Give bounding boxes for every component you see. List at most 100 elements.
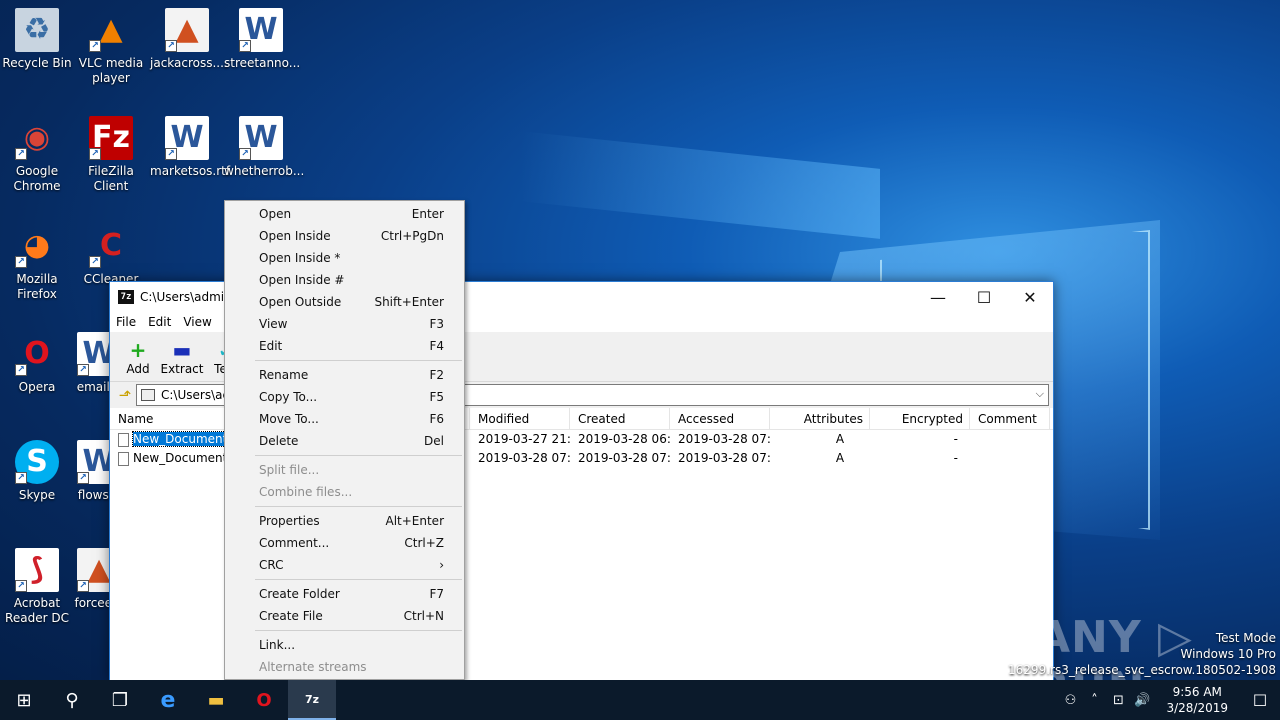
- desktop-icon[interactable]: ◕ ↗ Mozilla Firefox: [0, 224, 74, 302]
- cell-modified: 2019-03-27 21:49: [478, 432, 570, 446]
- start-button[interactable]: ⊞: [0, 680, 48, 720]
- menu-item-alternate-streams: Alternate streams: [225, 656, 464, 678]
- shortcut-arrow-icon: ↗: [77, 580, 89, 592]
- menu-item-shortcut: Del: [424, 434, 444, 448]
- filezilla-icon: Fz ↗: [89, 116, 133, 160]
- desktop-icon[interactable]: W ↗ streetanno...: [224, 8, 301, 71]
- menu-file[interactable]: File: [116, 315, 136, 329]
- add-button[interactable]: + Add: [116, 332, 160, 381]
- desktop-icon-label: VLC media player: [78, 56, 144, 85]
- menu-item-label: View: [259, 317, 288, 331]
- recycle-bin-icon: ♻: [15, 8, 59, 52]
- task-view-button[interactable]: ❐: [96, 680, 144, 720]
- menu-item-open-outside[interactable]: Open Outside Shift+Enter: [225, 291, 464, 313]
- firefox-icon: ◕ ↗: [15, 224, 59, 268]
- desktop-icon[interactable]: C ↗ CCleaner: [74, 224, 148, 287]
- menu-item-crc[interactable]: CRC ›: [225, 554, 464, 576]
- desktop-icon[interactable]: W ↗ marketsos.rtf: [150, 116, 230, 179]
- shortcut-arrow-icon: ↗: [15, 472, 27, 484]
- desktop-icon-label: streetanno...: [224, 56, 301, 70]
- menu-item-label: Create File: [259, 609, 323, 623]
- menu-view[interactable]: View: [183, 315, 211, 329]
- menu-item-shortcut: Shift+Enter: [374, 295, 444, 309]
- shortcut-arrow-icon: ↗: [89, 256, 101, 268]
- menu-item-combine-files: Combine files...: [225, 481, 464, 503]
- ccleaner-icon: C ↗: [89, 224, 133, 268]
- menu-item-create-file[interactable]: Create File Ctrl+N: [225, 605, 464, 627]
- column-header-modified[interactable]: Modified: [470, 408, 570, 429]
- wallpaper-beam: [520, 131, 880, 239]
- 7zip-taskbar-icon[interactable]: 7z: [288, 680, 336, 720]
- desktop-icon[interactable]: W ↗ whetherrob...: [224, 116, 305, 179]
- menu-item-label: Delete: [259, 434, 299, 448]
- column-header-encrypted[interactable]: Encrypted: [870, 408, 970, 429]
- column-header-accessed[interactable]: Accessed: [670, 408, 770, 429]
- people-icon[interactable]: ⚇: [1058, 680, 1082, 720]
- menu-item-edit[interactable]: Edit F4: [225, 335, 464, 357]
- desktop-icon[interactable]: ▲ ↗ jackacross....: [150, 8, 228, 71]
- extract-button[interactable]: ▬ Extract: [160, 332, 204, 381]
- menu-item-open-inside[interactable]: Open Inside #: [225, 269, 464, 291]
- show-hidden-icons-chevron[interactable]: ˄: [1082, 680, 1106, 720]
- column-header-comment[interactable]: Comment: [970, 408, 1050, 429]
- column-header-attributes[interactable]: Attributes: [770, 408, 870, 429]
- shortcut-arrow-icon: ↗: [15, 256, 27, 268]
- edge-taskbar-icon[interactable]: e: [144, 680, 192, 720]
- menu-edit[interactable]: Edit: [148, 315, 171, 329]
- menu-item-view[interactable]: View F3: [225, 313, 464, 335]
- menu-item-comment[interactable]: Comment... Ctrl+Z: [225, 532, 464, 554]
- network-icon[interactable]: ⊡: [1106, 680, 1130, 720]
- menu-item-label: Open Inside #: [259, 273, 345, 287]
- menu-item-link[interactable]: Link...: [225, 634, 464, 656]
- desktop-icon[interactable]: ◉ ↗ Google Chrome: [0, 116, 74, 194]
- menu-item-shortcut: F4: [429, 339, 444, 353]
- clock[interactable]: 9:56 AM 3/28/2019: [1154, 684, 1240, 716]
- minimize-button[interactable]: —: [915, 282, 961, 312]
- menu-item-open[interactable]: Open Enter: [225, 203, 464, 225]
- menu-item-rename[interactable]: Rename F2: [225, 364, 464, 386]
- menu-item-label: Create Folder: [259, 587, 340, 601]
- file-icon: [118, 451, 129, 466]
- desktop-icon-label: jackacross....: [150, 56, 228, 70]
- notification-icon[interactable]: ☐: [1240, 680, 1280, 720]
- cell-encrypted: -: [953, 451, 958, 465]
- up-folder-icon[interactable]: ⬏: [114, 384, 136, 406]
- menu-separator: [255, 455, 462, 456]
- cell-attributes: A: [835, 451, 845, 465]
- menu-item-move-to[interactable]: Move To... F6: [225, 408, 464, 430]
- opera-icon: O ↗: [15, 332, 59, 376]
- menu-item-open-inside[interactable]: Open Inside Ctrl+PgDn: [225, 225, 464, 247]
- word-doc-icon: W ↗: [239, 116, 283, 160]
- cell-comment: [970, 449, 1050, 468]
- menu-item-shortcut: F5: [429, 390, 444, 404]
- menu-item-copy-to[interactable]: Copy To... F5: [225, 386, 464, 408]
- skype-icon: S ↗: [15, 440, 59, 484]
- menu-item-label: Copy To...: [259, 390, 318, 404]
- desktop-icon[interactable]: ▲ ↗ VLC media player: [74, 8, 148, 86]
- menu-item-create-folder[interactable]: Create Folder F7: [225, 583, 464, 605]
- menu-item-open-inside[interactable]: Open Inside *: [225, 247, 464, 269]
- shortcut-arrow-icon: ↗: [77, 364, 89, 376]
- search-button[interactable]: ⚲: [48, 680, 96, 720]
- volume-icon[interactable]: 🔊: [1130, 680, 1154, 720]
- file-explorer-taskbar-icon[interactable]: ▬: [192, 680, 240, 720]
- desktop-icon-label: Google Chrome: [13, 164, 61, 193]
- desktop-icon-label: Recycle Bin: [2, 56, 72, 70]
- menu-item-properties[interactable]: Properties Alt+Enter: [225, 510, 464, 532]
- desktop-icon-label: whetherrob...: [224, 164, 305, 178]
- chevron-down-icon[interactable]: ⌵: [1036, 387, 1044, 401]
- menu-item-shortcut: F7: [429, 587, 444, 601]
- close-button[interactable]: ✕: [1007, 282, 1053, 312]
- column-header-created[interactable]: Created: [570, 408, 670, 429]
- desktop-icon[interactable]: Fz ↗ FileZilla Client: [74, 116, 148, 194]
- file-name: New_Document.p: [133, 451, 239, 465]
- menu-item-label: Open Outside: [259, 295, 342, 309]
- shortcut-arrow-icon: ↗: [15, 580, 27, 592]
- menu-item-delete[interactable]: Delete Del: [225, 430, 464, 452]
- 7zip-app-icon: 7z: [118, 290, 134, 304]
- desktop-icon[interactable]: ♻ Recycle Bin: [0, 8, 74, 71]
- menu-separator: [255, 506, 462, 507]
- opera-taskbar-icon[interactable]: O: [240, 680, 288, 720]
- maximize-button[interactable]: ☐: [961, 282, 1007, 312]
- cell-attributes: A: [835, 432, 845, 446]
